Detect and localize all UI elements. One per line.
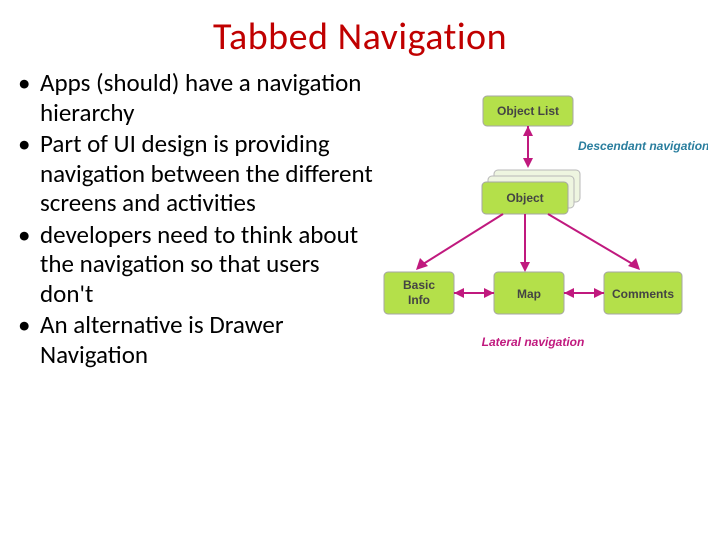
descendant-label: Descendant navigation [578,139,708,153]
node-label: Info [408,293,430,307]
list-item: Apps (should) have a navigation hierarch… [12,68,378,127]
lateral-label: Lateral navigation [482,335,585,349]
node-label: Comments [612,287,674,301]
node-label: Map [517,287,541,301]
node-label: Basic [403,278,435,292]
node-label: Object [506,191,543,205]
bullet-list: Apps (should) have a navigation hierarch… [12,68,378,369]
bullet-column: Apps (should) have a navigation hierarch… [12,68,378,413]
diagram-area: Object List Descendant navigation Object… [378,68,708,413]
list-item: Part of UI design is providing navigatio… [12,129,378,218]
slide-body: Apps (should) have a navigation hierarch… [0,60,720,413]
slide-title: Tabbed Navigation [0,0,720,60]
node-label: Object List [497,104,559,118]
list-item: An alternative is Drawer Navigation [12,310,378,369]
list-item: developers need to think about the navig… [12,220,378,309]
navigation-diagram: Object List Descendant navigation Object… [378,88,708,408]
